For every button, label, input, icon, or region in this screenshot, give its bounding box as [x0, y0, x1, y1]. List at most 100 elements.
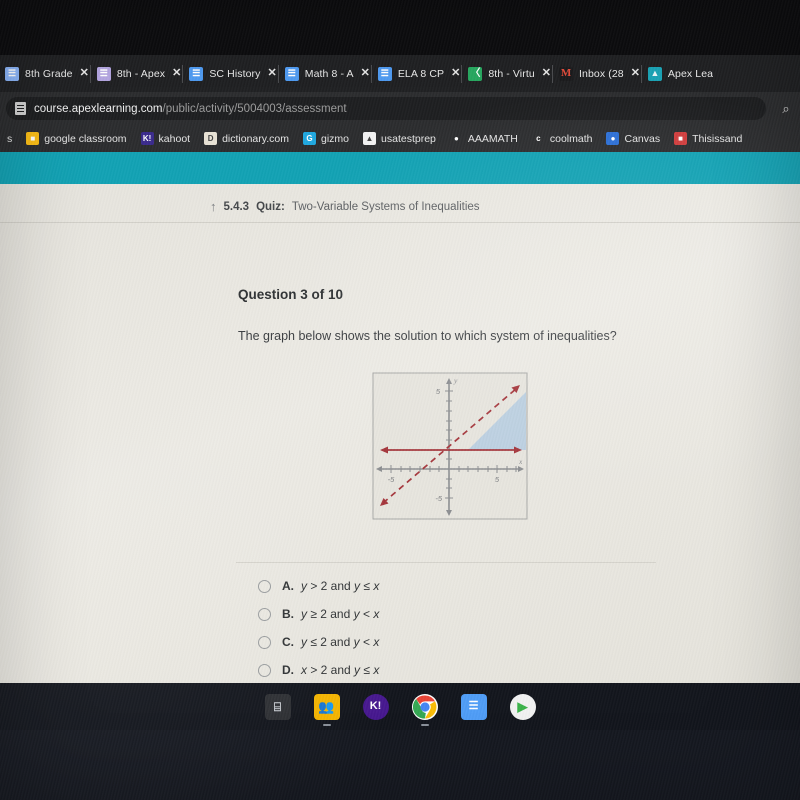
- answer-option-c[interactable]: C. y ≤ 2 and y < x: [258, 628, 678, 656]
- bookmark-label: dictionary.com: [222, 132, 289, 145]
- browser-tab-title: Math 8 - A: [304, 67, 354, 80]
- radio-button[interactable]: [258, 607, 271, 621]
- calculator-icon[interactable]: ⌸: [264, 693, 291, 720]
- tab-close-icon[interactable]: ✕: [451, 68, 460, 79]
- chrome-icon[interactable]: [411, 693, 438, 726]
- y-tick-label-neg5: -5: [435, 494, 442, 503]
- option-text: y ≥ 2 and y < x: [301, 607, 380, 621]
- browser-tab-title: ELA 8 CP: [397, 67, 445, 80]
- web-page: ↑ 5.4.3 Quiz: Two-Variable Systems of In…: [0, 152, 800, 730]
- graph-svg: -5 5 5 -5 y x: [372, 372, 528, 520]
- y-axis-label: y: [453, 376, 458, 385]
- option-letter: D.: [282, 663, 294, 677]
- bookmark-7[interactable]: c coolmath: [525, 132, 600, 145]
- bookmark-icon: K!: [140, 132, 154, 145]
- bookmark-4[interactable]: Ggizmo: [296, 132, 356, 145]
- page-body: ↑ 5.4.3 Quiz: Two-Variable Systems of In…: [0, 184, 800, 730]
- browser-tab-4[interactable]: ☰ ELA 8 CP ✕: [370, 60, 464, 88]
- bookmark-2[interactable]: K! kahoot: [134, 132, 198, 145]
- answer-option-d[interactable]: D. x > 2 and y ≤ x: [258, 656, 678, 684]
- option-letter: C.: [282, 635, 294, 649]
- url-domain: course.apexlearning.com: [34, 102, 163, 115]
- tab-close-icon[interactable]: ✕: [542, 68, 551, 79]
- browser-tab-0[interactable]: ☰ 8th Grade ✕: [0, 60, 92, 88]
- active-app-indicator: [322, 723, 331, 726]
- option-letter: A.: [282, 579, 294, 593]
- kahoot-icon[interactable]: K!: [362, 693, 389, 720]
- answer-option-a[interactable]: A. y > 2 and y ≤ x: [258, 572, 678, 600]
- browser-tab-7[interactable]: ▲ Apex Lea: [640, 60, 716, 88]
- monitor-bezel-top: [0, 0, 800, 55]
- url-path: /public/activity/5004003/assessment: [162, 102, 347, 115]
- options-divider: [236, 562, 656, 563]
- breadcrumb-title: Two-Variable Systems of Inequalities: [291, 200, 480, 213]
- bookmark-5[interactable]: ▲ usatestprep: [356, 132, 443, 145]
- answer-option-b[interactable]: B. y ≥ 2 and y < x: [258, 600, 678, 628]
- browser-tab-3[interactable]: ☰ Math 8 - A ✕: [277, 60, 373, 88]
- option-text: x > 2 and y ≤ x: [301, 663, 380, 677]
- bookmark-label: gizmo: [321, 132, 350, 145]
- radio-button[interactable]: [258, 635, 271, 649]
- bookmark-icon: ▲: [363, 132, 377, 145]
- answer-options: A. y > 2 and y ≤ x B. y ≥ 2 and y < x C. y ≤ …: [258, 572, 678, 684]
- browser-toolbar: course.apexlearning.com/public/activity/…: [0, 92, 800, 125]
- search-icon[interactable]: ⌕: [772, 101, 800, 117]
- bookmark-1[interactable]: ■ google classroom: [19, 132, 133, 145]
- tab-close-icon[interactable]: ✕: [80, 68, 89, 79]
- bookmark-icon: ●: [606, 132, 620, 145]
- play-store-icon[interactable]: ▶: [509, 693, 536, 720]
- radio-button[interactable]: [258, 579, 271, 593]
- browser-tab-title: 8th - Virtu: [488, 67, 535, 80]
- browser-tab-5[interactable]: 〈 8th - Virtu ✕: [461, 60, 554, 88]
- docs-icon: ☰: [284, 66, 299, 81]
- inequality-graph: -5 5 5 -5 y x: [372, 372, 528, 520]
- bookmark-icon: ●: [449, 132, 463, 145]
- browser-tab-strip: ☰ 8th Grade ✕ ☰ 8th - Apex ✕ ☰ SC History ✕ ☰ Math…: [0, 55, 800, 92]
- url-text: course.apexlearning.com/public/activity/…: [34, 103, 347, 115]
- tab-close-icon[interactable]: ✕: [172, 68, 181, 79]
- breadcrumb-number: 5.4.3: [223, 200, 250, 213]
- bookmark-icon: c: [531, 132, 545, 145]
- monitor-bezel-bottom: [0, 730, 800, 800]
- tab-close-icon[interactable]: ✕: [268, 68, 277, 79]
- bookmark-icon: G: [303, 132, 316, 145]
- apex-icon: ▲: [647, 66, 662, 81]
- breadcrumb-up-icon[interactable]: ↑: [210, 199, 217, 214]
- apex-header-band: [0, 152, 800, 184]
- bookmark-label: Thisissand: [692, 132, 743, 145]
- google-docs-icon[interactable]: ☰: [460, 693, 487, 720]
- radio-button[interactable]: [258, 663, 271, 677]
- option-letter: B.: [282, 607, 294, 621]
- google-classroom-icon[interactable]: 👥: [313, 693, 340, 726]
- breadcrumb-kind: Quiz:: [256, 200, 285, 213]
- browser-tab-title: SC History: [209, 67, 261, 80]
- bookmark-8[interactable]: ● Canvas: [599, 132, 667, 145]
- bookmark-icon: ■: [674, 132, 688, 145]
- browser-tab-2[interactable]: ☰ SC History ✕: [182, 60, 279, 88]
- bookmark-9[interactable]: ■ Thisissand: [667, 132, 749, 145]
- list-icon: ☰: [5, 66, 19, 81]
- browser-tab-1[interactable]: ☰ 8th - Apex ✕: [89, 60, 185, 88]
- browser-tab-6[interactable]: M Inbox (28 ✕: [552, 60, 643, 88]
- browser-tab-title: Apex Lea: [667, 67, 714, 80]
- docs-icon: ☰: [377, 66, 392, 81]
- bookmark-label: usatestprep: [381, 132, 436, 145]
- list-icon: ☰: [96, 66, 111, 81]
- page-info-icon[interactable]: [15, 102, 26, 115]
- browser-tab-title: Inbox (28: [579, 67, 624, 80]
- bookmark-0[interactable]: s: [0, 133, 19, 145]
- gmail-icon: M: [559, 66, 574, 81]
- address-bar[interactable]: course.apexlearning.com/public/activity/…: [6, 97, 766, 120]
- header-divider: [0, 222, 800, 223]
- tab-close-icon[interactable]: ✕: [361, 68, 370, 79]
- tab-close-icon[interactable]: ✕: [631, 68, 640, 79]
- x-axis-label: x: [518, 457, 523, 466]
- bookmark-icon: ■: [26, 132, 40, 145]
- bookmark-label: s: [7, 132, 13, 145]
- x-tick-label-neg5: -5: [388, 475, 395, 484]
- bookmark-label: kahoot: [158, 132, 191, 145]
- active-app-indicator: [420, 723, 429, 726]
- bookmark-6[interactable]: ● AAAMATH: [443, 132, 525, 145]
- breadcrumb: ↑ 5.4.3 Quiz: Two-Variable Systems of In…: [210, 199, 480, 214]
- bookmark-3[interactable]: Ddictionary.com: [197, 132, 296, 145]
